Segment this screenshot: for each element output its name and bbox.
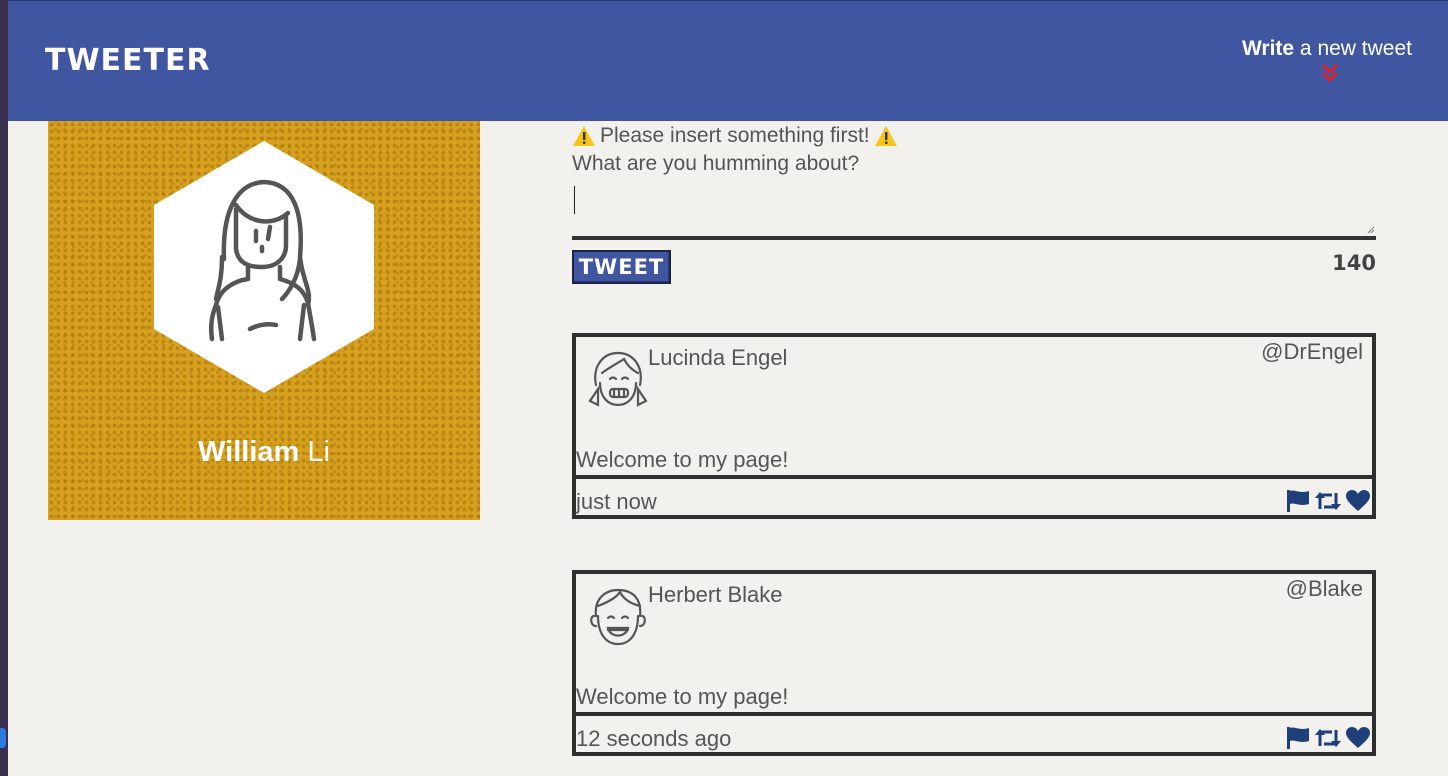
dock-indicator bbox=[0, 728, 6, 748]
profile-card: William Li bbox=[48, 121, 480, 520]
girl-avatar-icon bbox=[588, 351, 648, 407]
resize-handle-icon[interactable] bbox=[1367, 226, 1375, 234]
retweet-icon[interactable] bbox=[1314, 726, 1342, 755]
write-rest: a new tweet bbox=[1294, 37, 1412, 60]
error-message: Please insert something first! bbox=[572, 122, 1376, 150]
tweet-body: Welcome to my page! bbox=[576, 447, 789, 472]
write-new-tweet-label[interactable]: Write a new tweet bbox=[1242, 37, 1412, 61]
heart-icon[interactable] bbox=[1345, 489, 1371, 518]
tweet-card: Herbert Blake @Blake Welcome to my page!… bbox=[572, 570, 1376, 756]
profile-last-name: Li bbox=[299, 436, 330, 468]
tweet-author-name[interactable]: Herbert Blake bbox=[648, 582, 783, 608]
page: TWEETER Write a new tweet William Li Ple… bbox=[0, 0, 1448, 776]
warning-icon bbox=[874, 126, 897, 146]
retweet-icon[interactable] bbox=[1314, 489, 1342, 518]
flag-icon[interactable] bbox=[1285, 726, 1311, 755]
tweet-button[interactable]: TWEET bbox=[572, 250, 671, 284]
tweet-footer: just now bbox=[576, 475, 1372, 515]
tweet-footer: 12 seconds ago bbox=[576, 712, 1372, 752]
tweet-author-handle[interactable]: @DrEngel bbox=[1261, 339, 1363, 365]
warning-icon bbox=[573, 126, 595, 146]
top-nav: TWEETER Write a new tweet bbox=[8, 0, 1448, 121]
profile-avatar bbox=[154, 141, 374, 393]
profile-first-name: William bbox=[198, 436, 300, 468]
character-counter: 140 bbox=[1332, 251, 1376, 275]
compose-area: Please insert something first! What are … bbox=[572, 121, 1376, 284]
compose-prompt: What are you humming about? bbox=[572, 152, 860, 175]
brand-logo[interactable]: TWEETER bbox=[45, 43, 211, 78]
tweet-author-name[interactable]: Lucinda Engel bbox=[648, 345, 787, 371]
tweet-author-handle[interactable]: @Blake bbox=[1286, 576, 1363, 602]
tweet-timestamp: just now bbox=[576, 489, 657, 514]
heart-icon[interactable] bbox=[1345, 726, 1371, 755]
boy-avatar-icon bbox=[590, 588, 646, 646]
text-caret bbox=[574, 186, 575, 214]
chevron-double-down-icon[interactable] bbox=[1319, 62, 1341, 84]
tweet-actions bbox=[1285, 726, 1371, 755]
write-new-tweet-toggle[interactable]: Write a new tweet bbox=[1242, 37, 1412, 84]
tweet-timestamp: 12 seconds ago bbox=[576, 726, 732, 751]
profile-name: William Li bbox=[48, 436, 480, 469]
tweet-actions bbox=[1285, 489, 1371, 518]
window-edge bbox=[0, 0, 8, 776]
tweet-card: Lucinda Engel @DrEngel Welcome to my pag… bbox=[572, 333, 1376, 519]
write-bold: Write bbox=[1241, 37, 1295, 60]
error-text: Please insert something first! bbox=[600, 124, 870, 147]
flag-icon[interactable] bbox=[1285, 489, 1311, 518]
tweet-textarea[interactable] bbox=[572, 178, 1376, 240]
tweet-body: Welcome to my page! bbox=[576, 684, 789, 709]
